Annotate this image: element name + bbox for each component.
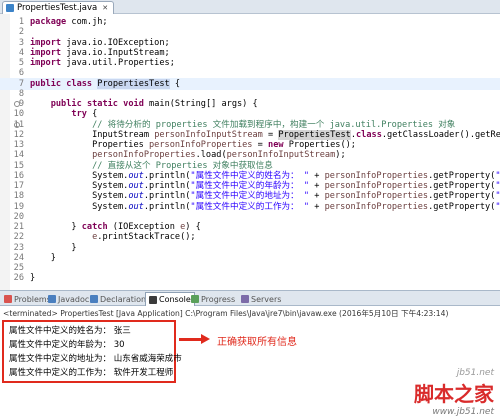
console-icon [149, 295, 157, 304]
view-tab-label: Servers [251, 294, 282, 304]
declaration-icon [90, 295, 98, 303]
editor-tab-propertiestest[interactable]: PropertiesTest.java ✕ [2, 1, 115, 14]
fold-toggle-icon[interactable] [14, 101, 20, 107]
line-number: 26 [13, 273, 24, 284]
console-output-highlight-box: 属性文件中定义的姓名为： 张三 属性文件中定义的年龄为： 30 属性文件中定义的地址… [2, 320, 182, 383]
view-tab-console[interactable]: Console [145, 292, 195, 306]
watermark-url: jb51.net [456, 368, 494, 378]
view-tab-javadoc[interactable]: Javadoc [48, 293, 89, 305]
view-tabs: Problems Javadoc Declaration Console Progres… [0, 290, 500, 306]
annotation-arrow-head [201, 334, 210, 344]
servers-icon [241, 295, 249, 303]
view-tab-declaration[interactable]: Declaration [90, 293, 146, 305]
view-tab-label: Problems [14, 294, 51, 304]
view-tab-label: Javadoc [58, 294, 90, 304]
watermark: jb51.net 脚本之家 www.jb51.net [414, 368, 494, 417]
annotation-text: 正确获取所有信息 [217, 337, 297, 348]
console-output-line: 属性文件中定义的工作为： 软件开发工程师 [9, 368, 174, 378]
code-line[interactable]: 26} [0, 272, 500, 285]
fold-toggle-icon[interactable] [14, 121, 20, 128]
watermark-brand: 脚本之家 [414, 382, 494, 406]
view-tab-servers[interactable]: Servers [241, 293, 281, 305]
code-editor[interactable]: 1 package com.jh; 2 3 import java.io.IOExcep… [0, 14, 500, 290]
console-output-line: 属性文件中定义的地址为： 山东省威海荣成市 [9, 354, 182, 364]
annotation-arrow-shaft [179, 338, 203, 341]
console-output-line: 属性文件中定义的姓名为： 张三 [9, 326, 131, 336]
view-tab-label: Console [159, 295, 191, 304]
progress-icon [191, 295, 199, 303]
editor-tab-title: PropertiesTest.java [17, 3, 98, 13]
problems-icon [4, 295, 12, 303]
watermark-sub: www.jb51.net [432, 407, 494, 417]
view-tab-label: Progress [201, 294, 236, 304]
console-terminated-label: <terminated> PropertiesTest [Java Applic… [3, 309, 449, 318]
view-tab-label: Declaration [100, 294, 147, 304]
code-text: } [30, 272, 35, 285]
java-file-icon [6, 4, 14, 12]
view-tab-problems[interactable]: Problems [4, 293, 51, 305]
view-tab-progress[interactable]: Progress [191, 293, 235, 305]
code-token: } [30, 273, 36, 284]
editor-tab-bar: PropertiesTest.java ✕ [0, 0, 500, 14]
javadoc-icon [48, 295, 56, 303]
console-output-line: 属性文件中定义的年龄为： 30 [9, 340, 125, 350]
close-icon[interactable]: ✕ [102, 4, 108, 12]
